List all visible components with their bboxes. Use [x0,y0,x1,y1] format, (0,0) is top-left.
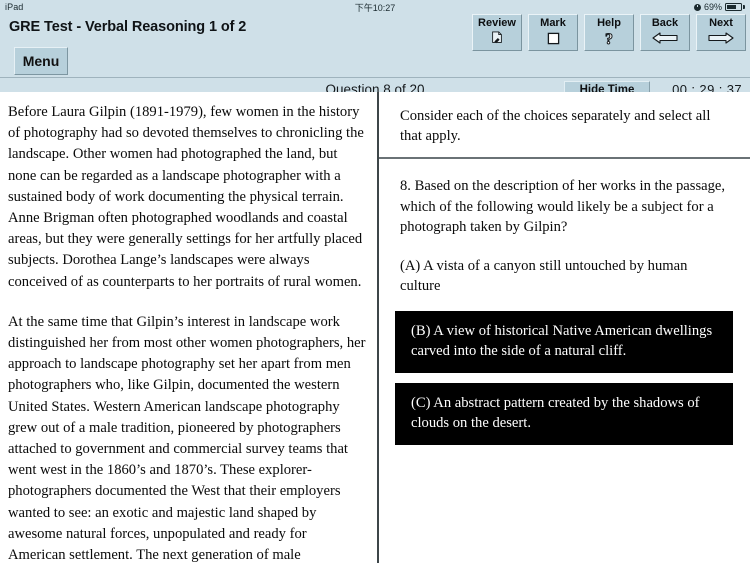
question-block: 8. Based on the description of her works… [379,159,750,455]
answer-choice-a[interactable]: (A) A vista of a canyon still untouched … [400,256,726,297]
status-right-group: 69% [693,2,745,12]
mark-button[interactable]: Mark [528,14,578,51]
help-button-label: Help [597,17,621,29]
page-title: GRE Test - Verbal Reasoning 1 of 2 [9,19,247,35]
back-button-label: Back [651,17,679,29]
review-button[interactable]: Review [472,14,522,51]
header-divider [0,77,750,78]
exam-toolbar: Review Mark Help ? Back Next [472,14,746,51]
back-button[interactable]: Back [640,14,690,51]
passage-paragraph: Before Laura Gilpin (1891-1979), few wom… [8,104,364,290]
arrow-right-icon [708,29,734,47]
question-pane: Consider each of the choices separately … [379,92,750,563]
mark-button-label: Mark [540,17,566,29]
passage-text: Before Laura Gilpin (1891-1979), few wom… [8,102,367,563]
ios-status-bar: iPad 下午10:27 69% [0,0,750,14]
alarm-clock-icon [693,3,701,11]
svg-text:?: ? [605,31,613,46]
exam-app-window: iPad 下午10:27 69% GRE Test - Verbal Reaso… [0,0,750,563]
arrow-left-icon [652,29,678,47]
next-button-label: Next [709,17,733,29]
title-accent-bar [0,14,3,44]
review-page-icon [490,29,504,47]
menu-button-label: Menu [22,53,60,69]
question-instruction: Consider each of the choices separately … [400,108,711,144]
question-stem: 8. Based on the description of her works… [400,178,726,235]
status-clock: 下午10:27 [354,2,396,13]
help-button[interactable]: Help ? [584,14,634,51]
passage-paragraph: At the same time that Gilpin’s interest … [8,313,366,563]
battery-percent-label: 69% [703,2,722,12]
question-mark-icon: ? [602,29,616,47]
menu-button[interactable]: Menu [14,47,68,75]
battery-icon [725,3,745,11]
content-panes: Before Laura Gilpin (1891-1979), few wom… [0,92,750,563]
answer-choice-c[interactable]: (C) An abstract pattern created by the s… [395,382,733,445]
checkbox-icon [547,29,560,47]
exam-header: GRE Test - Verbal Reasoning 1 of 2 Menu … [0,14,750,106]
review-button-label: Review [478,17,516,29]
answer-choice-b[interactable]: (B) A view of historical Native American… [395,310,733,373]
passage-pane[interactable]: Before Laura Gilpin (1891-1979), few wom… [0,92,377,563]
next-button[interactable]: Next [696,14,746,51]
